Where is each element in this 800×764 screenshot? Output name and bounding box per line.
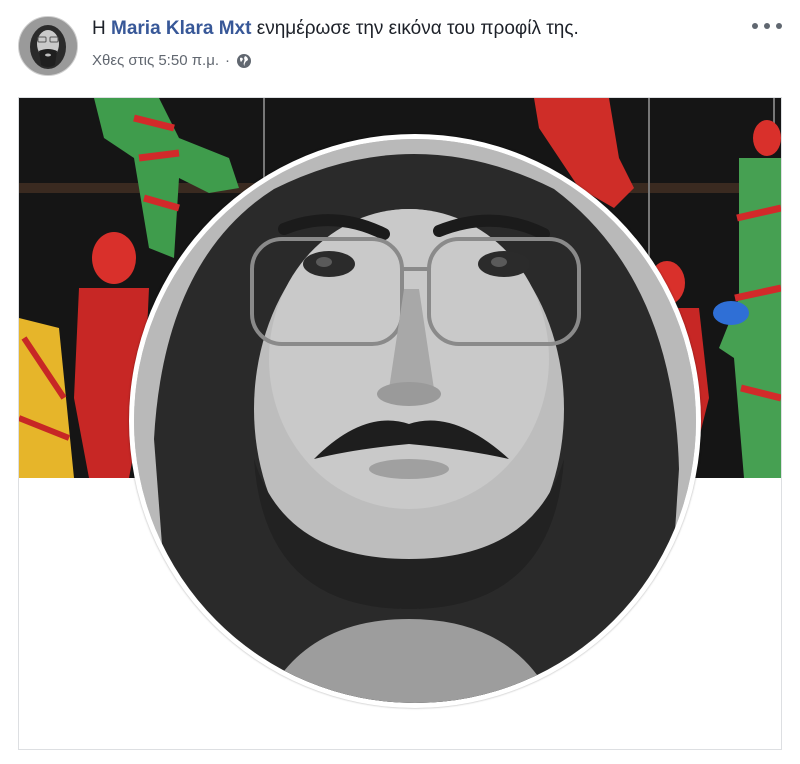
- more-dot: [752, 23, 758, 29]
- author-name-link[interactable]: Maria Klara Mxt: [111, 18, 251, 39]
- headline-action: ενημέρωσε την εικόνα του προφίλ της.: [256, 18, 579, 39]
- painted-portrait-image: [134, 139, 696, 703]
- globe-icon[interactable]: [236, 53, 252, 69]
- more-options-icon[interactable]: [752, 16, 782, 36]
- profile-picture: [134, 139, 696, 703]
- avatar-portrait-image: [19, 17, 77, 75]
- post-headline: Η Maria Klara Mxt ενημέρωσε την εικόνα τ…: [92, 17, 579, 41]
- profile-picture-frame[interactable]: [129, 134, 701, 708]
- more-dot: [764, 23, 770, 29]
- more-dot: [776, 23, 782, 29]
- meta-separator: ·: [225, 52, 231, 69]
- post-meta: Χθες στις 5:50 π.μ. ·: [92, 51, 252, 71]
- post-media[interactable]: [18, 97, 782, 750]
- author-avatar[interactable]: [18, 16, 78, 76]
- profile-update-post: Η Maria Klara Mxt ενημέρωσε την εικόνα τ…: [0, 0, 800, 764]
- headline-prefix: Η: [92, 18, 106, 39]
- post-timestamp[interactable]: Χθες στις 5:50 π.μ.: [92, 51, 219, 71]
